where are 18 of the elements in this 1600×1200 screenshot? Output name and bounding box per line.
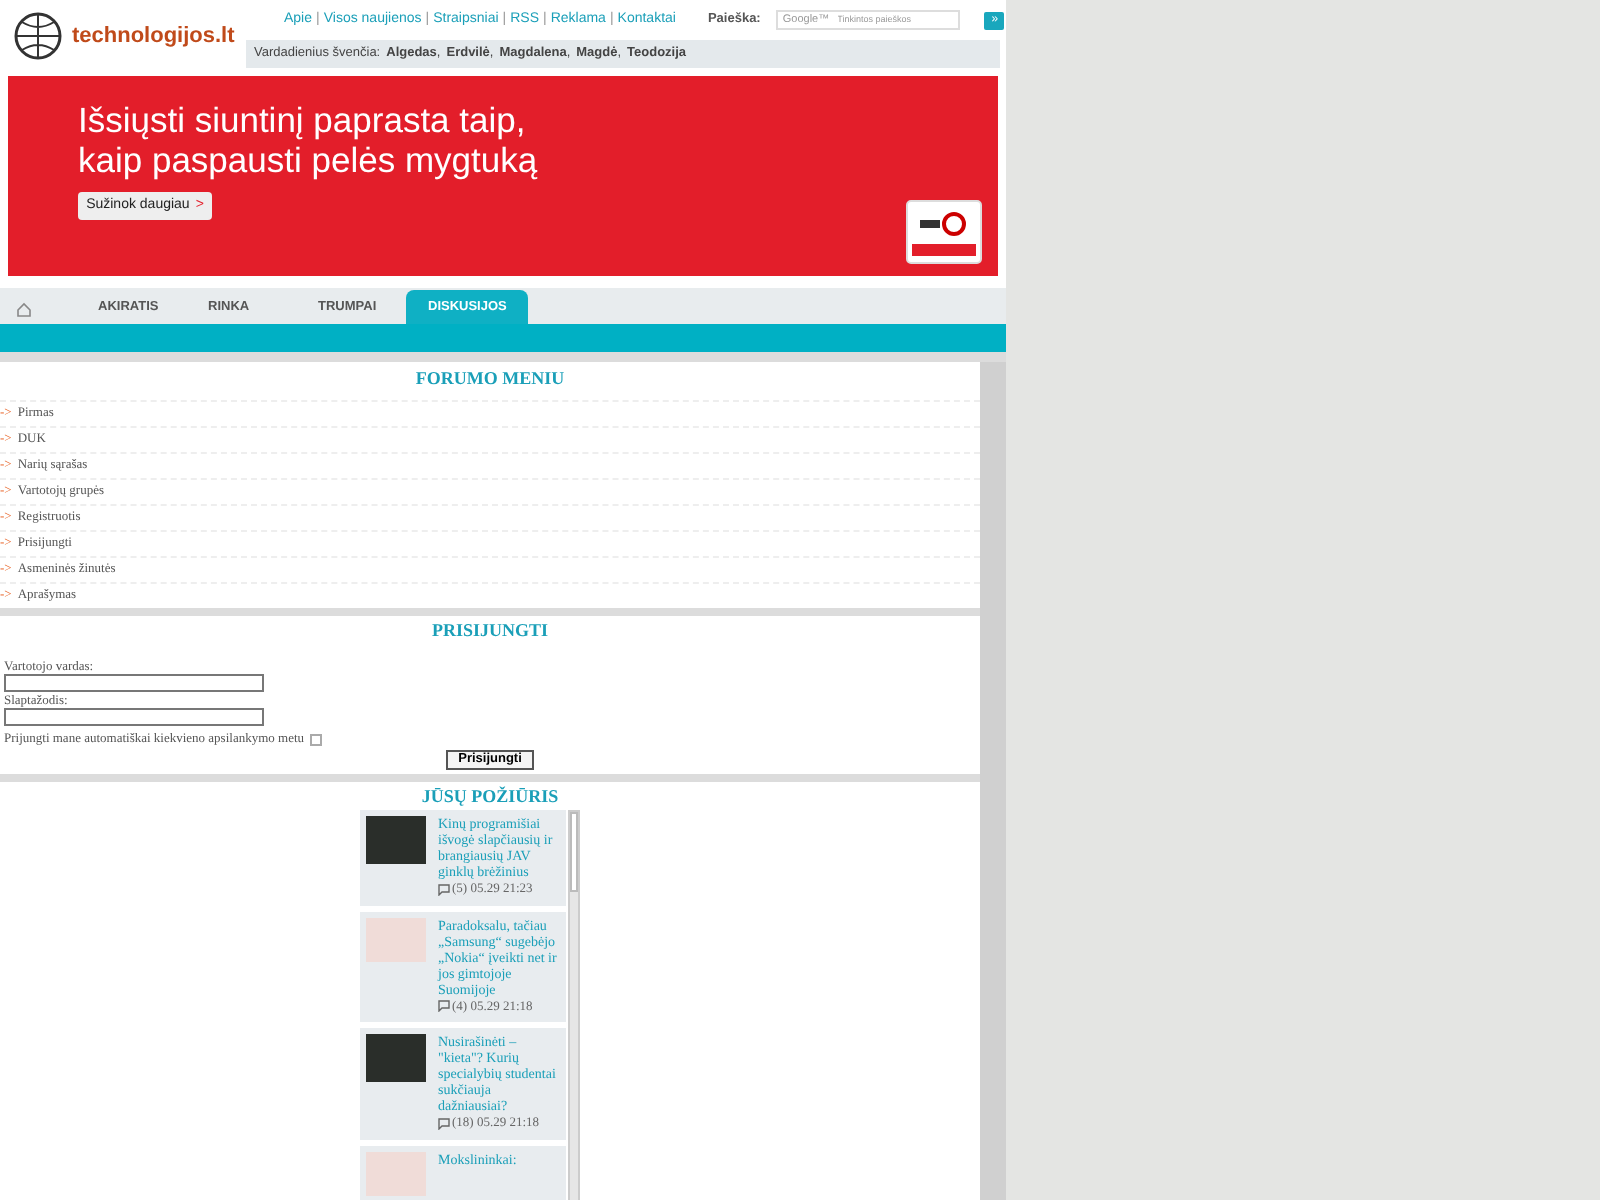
photo-placeholder [366,815,426,864]
comment-icon [438,883,450,896]
panel-title: PRISIJUNGTI [429,618,550,644]
home-icon[interactable] [16,302,32,318]
courier-logo-icon [906,200,982,264]
panel-title: JŪSŲ POŽIŪRIS [421,783,559,810]
banner-headline: Išsiųsti siuntinį paprasta taip, [78,100,528,140]
site-logo-text[interactable]: technologijos.lt [72,19,235,53]
scroll-thumb[interactable] [570,811,578,892]
comment-icon [438,1118,450,1131]
password-field[interactable] [4,708,264,726]
scrollbar[interactable] [568,809,580,1200]
panel-title: FORUMO MENIU [413,366,567,392]
comment-icon [438,1000,450,1013]
username-field[interactable] [4,674,264,692]
remember-me-checkbox[interactable] [310,733,323,746]
banner-headline: kaip paspausti pelės mygtuką [78,140,540,180]
photo-placeholder [366,1034,426,1083]
